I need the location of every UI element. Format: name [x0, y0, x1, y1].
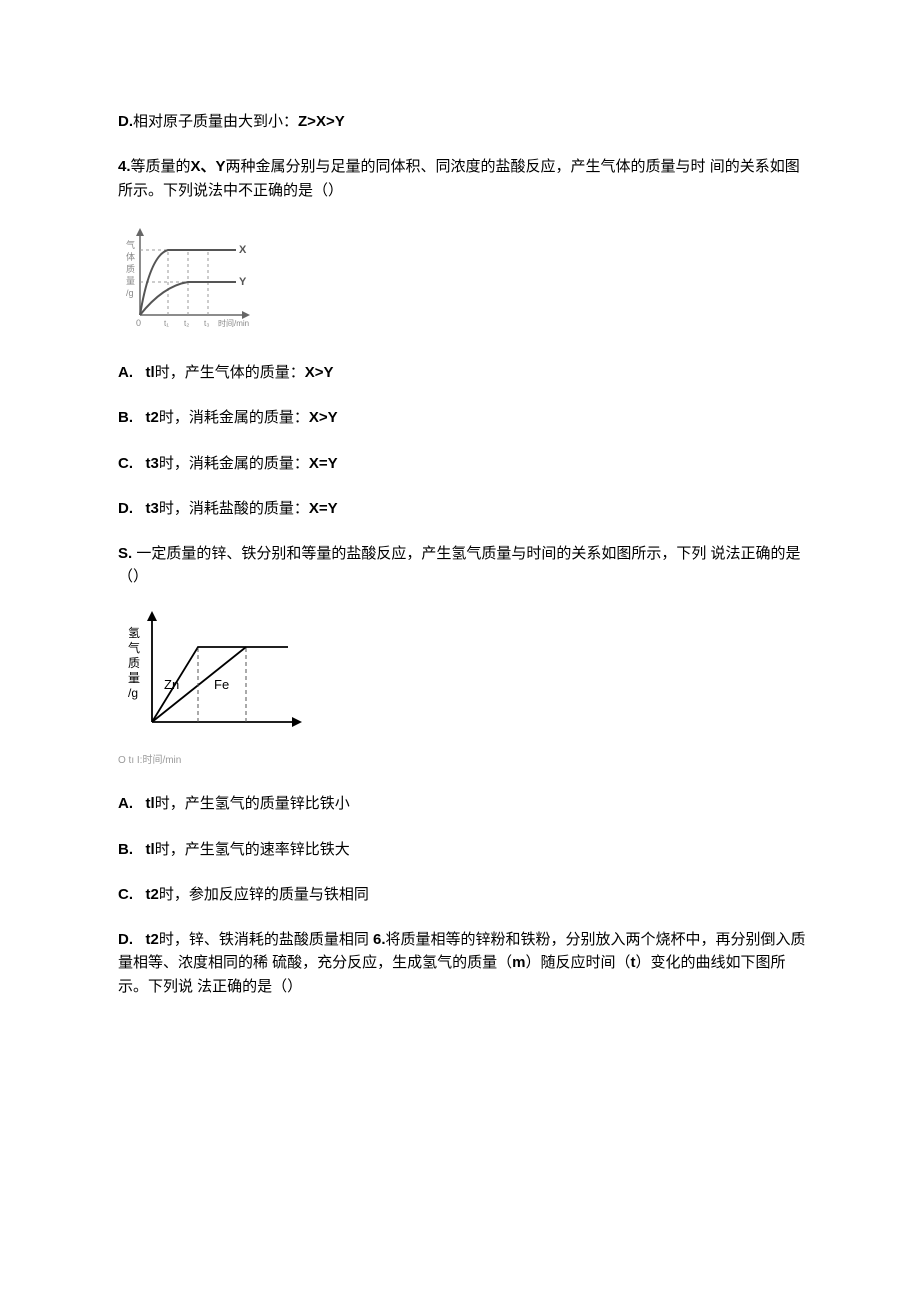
svg-text:体: 体 — [126, 251, 135, 262]
svg-text:Y: Y — [239, 276, 247, 288]
option-label: A. — [118, 364, 133, 381]
option-label: D. — [118, 500, 133, 517]
option-text: 时，消耗盐酸的质量： — [159, 500, 309, 517]
option-time: t3 — [146, 500, 159, 517]
q6-number: 6. — [373, 931, 386, 948]
svg-text:气: 气 — [128, 640, 140, 655]
q4-number: 4. — [118, 158, 131, 175]
svg-text:氢: 氢 — [128, 625, 140, 640]
option-text: 时，锌、铁消耗的盐酸质量相同 — [159, 931, 373, 948]
q5-option-c: C. t2时，参加反应锌的质量与铁相同 — [118, 883, 810, 906]
option-text: 时，产生氢气的速率锌比铁大 — [155, 841, 350, 858]
q5-text: 一定质量的锌、铁分别和等量的盐酸反应，产生氢气质量与时间的关系如图所示，下列 说… — [118, 545, 801, 585]
q4-option-b: B. t2时，消耗金属的质量：X>Y — [118, 406, 810, 429]
svg-text:气: 气 — [126, 239, 135, 250]
q5-stem: S. 一定质量的锌、铁分别和等量的盐酸反应，产生氢气质量与时间的关系如图所示，下… — [118, 542, 810, 589]
q5-x-axis-caption: O tı I:时间/min — [118, 753, 810, 769]
prev-option-d: D.相对原子质量由大到小：Z>X>Y — [118, 110, 810, 133]
svg-text:Fe: Fe — [214, 677, 229, 692]
option-expr: X=Y — [309, 500, 338, 517]
document-page: D.相对原子质量由大到小：Z>X>Y 4.等质量的X、Y两种金属分别与足量的同体… — [0, 0, 920, 1301]
option-text: 时，产生氢气的质量锌比铁小 — [155, 795, 350, 812]
option-time: t2 — [146, 931, 159, 948]
option-time: tl — [146, 795, 155, 812]
option-time: tl — [146, 364, 155, 381]
svg-text:t₁: t₁ — [164, 319, 169, 328]
svg-text:量: 量 — [126, 276, 135, 286]
svg-text:质: 质 — [126, 263, 135, 274]
q4-option-c: C. t3时，消耗金属的质量：X=Y — [118, 452, 810, 475]
option-text: 时，消耗金属的质量： — [159, 409, 309, 426]
svg-text:t₃: t₃ — [204, 319, 209, 328]
q4-figure: 气 体 质 量 /g X Y t₁ t₂ t₃ 时间/min 0 — [118, 220, 810, 337]
q6-text-b: ）随反应时间（ — [526, 954, 631, 971]
option-text: 时，消耗金属的质量： — [159, 455, 309, 472]
q4-stem: 4.等质量的X、Y两种金属分别与足量的同体积、同浓度的盐酸反应，产生气体的质量与… — [118, 155, 810, 202]
option-text: 时，参加反应锌的质量与铁相同 — [159, 886, 369, 903]
q5-figure: 氢 气 质 量 /g Zn Fe O tı I:时间/min — [118, 607, 810, 769]
q5-option-d-and-q6: D. t2时，锌、铁消耗的盐酸质量相同 6.将质量相等的锌粉和铁粉，分别放入两个… — [118, 928, 810, 998]
option-label: A. — [118, 795, 133, 812]
option-time: t2 — [146, 886, 159, 903]
svg-text:X: X — [239, 244, 247, 256]
option-expr: X=Y — [309, 455, 338, 472]
option-text: 时，产生气体的质量： — [155, 364, 305, 381]
option-label: B. — [118, 841, 133, 858]
option-label: D. — [118, 113, 133, 130]
option-text: 相对原子质量由大到小： — [133, 113, 298, 130]
q5-option-a: A. tl时，产生氢气的质量锌比铁小 — [118, 792, 810, 815]
svg-text:时间/min: 时间/min — [218, 318, 249, 328]
option-label: C. — [118, 455, 133, 472]
option-time: tl — [146, 841, 155, 858]
svg-text:质: 质 — [128, 656, 140, 670]
option-expr: Z>X>Y — [298, 113, 345, 130]
q4-xy: X、Y — [191, 158, 226, 175]
option-time: t2 — [146, 409, 159, 426]
q5-chart-svg: 氢 气 质 量 /g Zn Fe — [118, 607, 308, 742]
option-expr: X>Y — [309, 409, 338, 426]
svg-text:t₂: t₂ — [184, 319, 189, 328]
option-label: B. — [118, 409, 133, 426]
option-label: C. — [118, 886, 133, 903]
q5-number: S. — [118, 545, 132, 562]
svg-text:/g: /g — [128, 686, 138, 700]
svg-text:量: 量 — [128, 671, 140, 685]
q4-text-a: 等质量的 — [131, 158, 191, 175]
q6-m: m — [512, 954, 525, 971]
q4-option-d: D. t3时，消耗盐酸的质量：X=Y — [118, 497, 810, 520]
svg-text:0: 0 — [136, 318, 141, 328]
q5-option-b: B. tl时，产生氢气的速率锌比铁大 — [118, 838, 810, 861]
svg-text:Zn: Zn — [164, 677, 179, 692]
svg-text:/g: /g — [126, 288, 134, 298]
option-expr: X>Y — [305, 364, 334, 381]
q4-option-a: A. tl时，产生气体的质量：X>Y — [118, 361, 810, 384]
option-time: t3 — [146, 455, 159, 472]
option-label: D. — [118, 931, 133, 948]
q4-chart-svg: 气 体 质 量 /g X Y t₁ t₂ t₃ 时间/min 0 — [118, 220, 258, 330]
